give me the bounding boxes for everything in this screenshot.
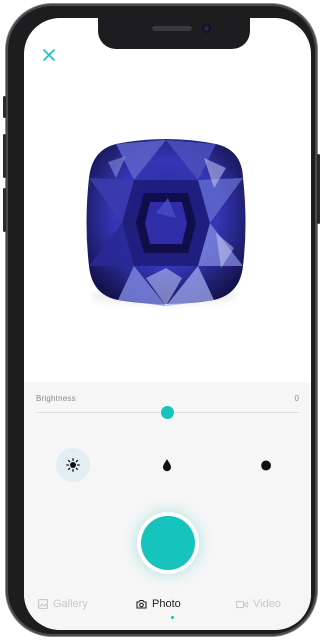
nav-gallery-label: Gallery [53, 598, 88, 610]
brightness-mode-button[interactable] [56, 448, 90, 482]
nav-gallery[interactable]: Gallery [38, 598, 88, 610]
shutter-button[interactable] [137, 512, 199, 574]
drop-icon [163, 459, 171, 472]
speaker-grille [152, 26, 192, 31]
video-icon [236, 600, 248, 608]
nav-video[interactable]: Video [236, 598, 281, 610]
nav-photo-label: Photo [152, 598, 181, 610]
image-icon [38, 599, 48, 609]
shutter-button-inner [141, 516, 195, 570]
front-camera [202, 24, 211, 33]
drop-mode-button[interactable] [150, 448, 184, 482]
brightness-label: Brightness [36, 394, 76, 403]
half-circle-icon [260, 460, 271, 470]
app-screen: Brightness 0 Gallery Photo Video [24, 18, 311, 630]
camera-controls: Brightness 0 Gallery Photo Video [24, 382, 311, 630]
brightness-value: 0 [294, 394, 299, 403]
close-icon [43, 49, 55, 61]
camera-preview [24, 78, 311, 388]
phone-frame: Brightness 0 Gallery Photo Video [3, 4, 320, 636]
bottom-nav: Gallery Photo Video [24, 590, 311, 624]
mute-switch [3, 96, 6, 118]
camera-icon [136, 599, 147, 609]
mode-selector [24, 448, 311, 482]
sun-icon [66, 458, 80, 472]
nav-photo[interactable]: Photo [136, 598, 181, 610]
gem-image [86, 139, 246, 306]
notch [98, 18, 250, 49]
close-button[interactable] [38, 44, 60, 66]
power-button [317, 154, 320, 224]
volume-down-button [3, 188, 6, 232]
volume-up-button [3, 134, 6, 178]
active-tab-indicator [171, 616, 174, 619]
brightness-slider-thumb[interactable] [161, 406, 174, 419]
contrast-mode-button[interactable] [248, 448, 282, 482]
nav-video-label: Video [253, 598, 281, 610]
